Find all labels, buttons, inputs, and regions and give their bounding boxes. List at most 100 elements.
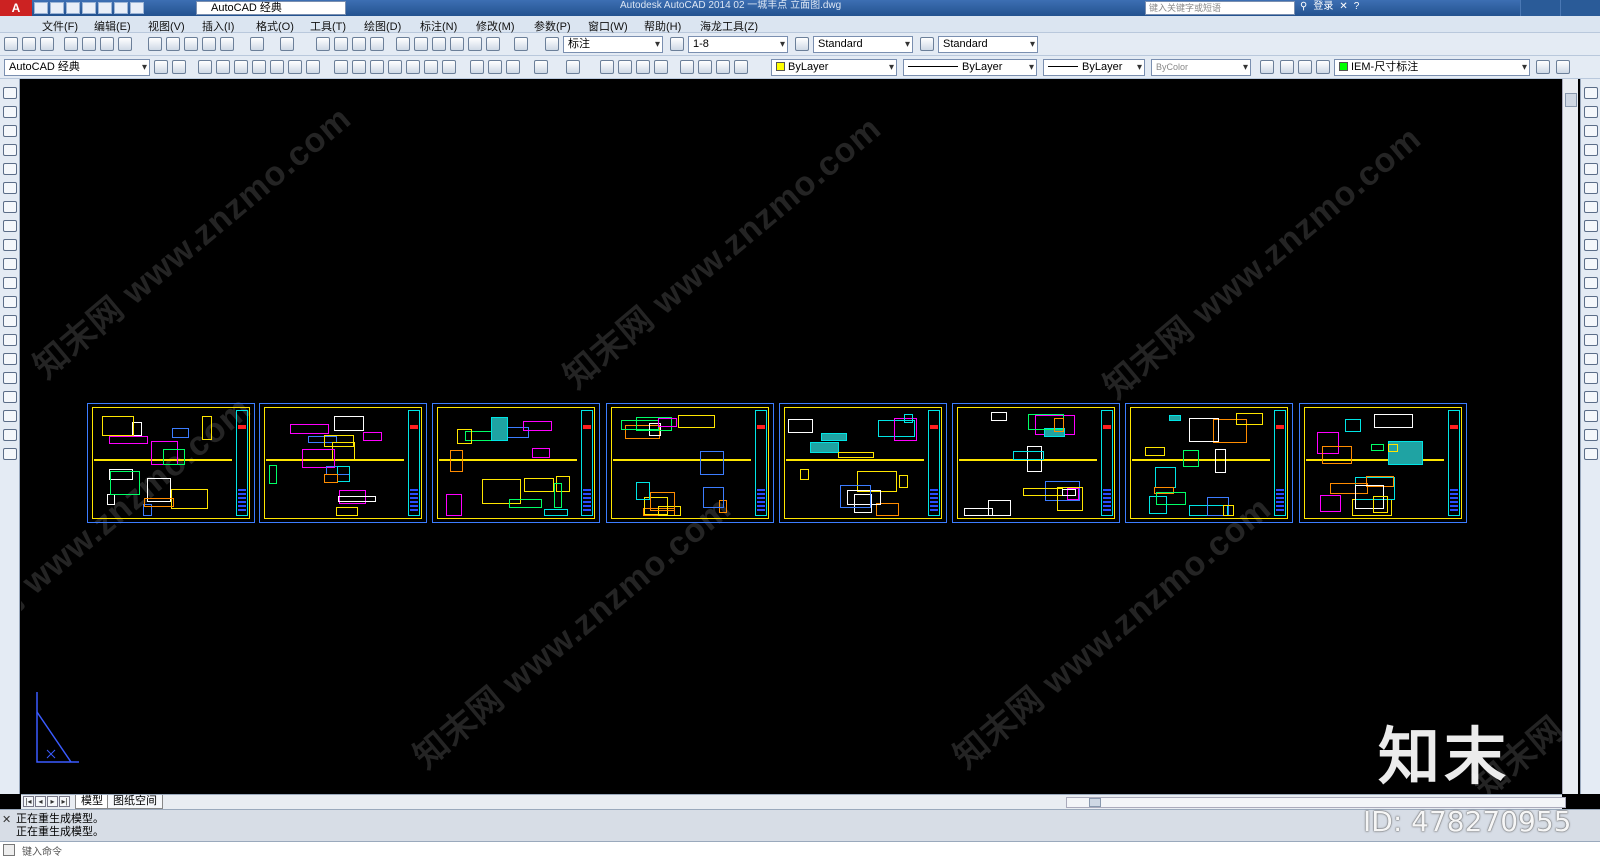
close-button[interactable] — [1560, 0, 1600, 16]
matchprop-icon[interactable] — [202, 37, 216, 51]
undo-icon[interactable] — [114, 2, 128, 14]
plot-icon[interactable] — [64, 37, 78, 51]
redo-icon[interactable] — [566, 60, 580, 74]
zoom-previous-icon[interactable] — [654, 60, 668, 74]
measure-icon[interactable] — [716, 60, 730, 74]
undo-icon[interactable] — [534, 60, 548, 74]
block-icon[interactable] — [406, 60, 420, 74]
save-as-icon[interactable] — [82, 2, 96, 14]
save-icon[interactable] — [234, 60, 248, 74]
list-icon[interactable] — [734, 60, 748, 74]
last-tab-icon[interactable]: ▸| — [59, 796, 70, 807]
menu-view[interactable]: 视图(V) — [148, 18, 185, 34]
text-style-icon[interactable] — [545, 37, 559, 51]
circle-icon[interactable] — [3, 201, 17, 213]
copy-icon[interactable] — [1584, 106, 1598, 118]
open-icon[interactable] — [22, 37, 36, 51]
redo-icon[interactable] — [280, 37, 294, 51]
workspace-combo[interactable]: AutoCAD 经典 — [4, 59, 150, 76]
stretch-icon[interactable] — [1584, 239, 1598, 251]
hatch-icon[interactable] — [306, 60, 320, 74]
open-icon[interactable] — [50, 2, 64, 14]
xref-icon[interactable] — [442, 60, 456, 74]
properties-icon[interactable] — [396, 37, 410, 51]
workspace-settings-icon[interactable] — [154, 60, 168, 74]
hatch-icon[interactable] — [3, 353, 17, 365]
mleader-style-icon[interactable] — [920, 37, 934, 51]
region-icon[interactable] — [3, 391, 17, 403]
move-icon[interactable] — [1584, 182, 1598, 194]
polygon-icon[interactable] — [3, 144, 17, 156]
dim-style-select[interactable]: 1-8 — [688, 36, 788, 53]
plugin-icon[interactable] — [698, 60, 712, 74]
new-icon[interactable] — [34, 2, 48, 14]
help-icon[interactable] — [514, 37, 528, 51]
preview-icon[interactable] — [82, 37, 96, 51]
linetype-select[interactable]: ByLayer — [903, 59, 1037, 76]
minimize-button[interactable] — [1520, 0, 1560, 16]
cut-icon[interactable] — [148, 37, 162, 51]
revcloud-icon[interactable] — [3, 220, 17, 232]
undo-icon[interactable] — [250, 37, 264, 51]
offset-icon[interactable] — [1584, 144, 1598, 156]
erase-icon[interactable] — [270, 60, 284, 74]
dim-style-icon[interactable] — [670, 37, 684, 51]
insert-block-icon[interactable] — [3, 296, 17, 308]
pencil-icon[interactable] — [506, 60, 520, 74]
menu-dimension[interactable]: 标注(N) — [420, 18, 457, 34]
rotate-icon[interactable] — [1584, 201, 1598, 213]
scale-icon[interactable] — [1584, 220, 1598, 232]
qnew-icon[interactable] — [4, 37, 18, 51]
trim-icon[interactable] — [1584, 258, 1598, 270]
mleader-style-select[interactable]: Standard — [938, 36, 1038, 53]
tab-model[interactable]: 模型 — [75, 795, 109, 809]
ellipse-icon[interactable] — [3, 258, 17, 270]
print-icon[interactable] — [252, 60, 266, 74]
dim-aligned-icon[interactable] — [1584, 410, 1598, 422]
add-selected-icon[interactable] — [3, 448, 17, 460]
menu-file[interactable]: 文件(F) — [42, 18, 78, 34]
mtext-icon[interactable] — [352, 60, 366, 74]
help-icon[interactable]: ? — [1354, 0, 1360, 14]
rectangle-icon[interactable] — [3, 163, 17, 175]
quickcalc-icon[interactable] — [486, 37, 500, 51]
menu-help[interactable]: 帮助(H) — [644, 18, 681, 34]
tool-palettes-icon[interactable] — [432, 37, 446, 51]
vertical-scrollbar[interactable] — [1562, 79, 1578, 794]
mtext-icon[interactable] — [3, 429, 17, 441]
layer-previous-icon[interactable] — [1556, 60, 1570, 74]
first-tab-icon[interactable]: |◂ — [23, 796, 34, 807]
prev-tab-icon[interactable]: ◂ — [35, 796, 46, 807]
ellipse-arc-icon[interactable] — [3, 277, 17, 289]
insert-icon[interactable] — [424, 60, 438, 74]
menu-hailong-tools[interactable]: 海龙工具(Z) — [700, 18, 758, 34]
make-block-icon[interactable] — [3, 315, 17, 327]
plotstyle-select[interactable]: ByColor — [1151, 59, 1251, 76]
new-icon[interactable] — [198, 60, 212, 74]
table-style-select[interactable]: Standard — [813, 36, 913, 53]
fillet-icon[interactable] — [1584, 353, 1598, 365]
menu-format[interactable]: 格式(O) — [256, 18, 294, 34]
search-input[interactable]: 键入关键字或短语 — [1145, 1, 1295, 15]
sheet-set-icon[interactable] — [450, 37, 464, 51]
redo-icon[interactable] — [130, 2, 144, 14]
menu-modify[interactable]: 修改(M) — [476, 18, 515, 34]
command-line[interactable]: 键入命令 — [0, 841, 1600, 859]
leader-icon[interactable] — [388, 60, 402, 74]
dimension-icon[interactable] — [370, 60, 384, 74]
save-icon[interactable] — [66, 2, 80, 14]
workspace-select[interactable]: AutoCAD 经典 — [196, 1, 346, 15]
close-icon[interactable]: ✕ — [2, 813, 11, 826]
layer-manager-icon[interactable] — [1260, 60, 1274, 74]
command-input[interactable]: 键入命令 — [22, 843, 62, 858]
layer-freeze-icon[interactable] — [1298, 60, 1312, 74]
application-menu-button[interactable]: A — [0, 0, 32, 16]
text-style-select[interactable]: 标注 — [563, 36, 663, 53]
pan-icon[interactable] — [316, 37, 330, 51]
make-current-icon[interactable] — [1536, 60, 1550, 74]
text-edit-icon[interactable] — [334, 60, 348, 74]
table-style-icon[interactable] — [795, 37, 809, 51]
menu-edit[interactable]: 编辑(E) — [94, 18, 131, 34]
arc-icon[interactable] — [3, 182, 17, 194]
copy-icon[interactable] — [166, 37, 180, 51]
